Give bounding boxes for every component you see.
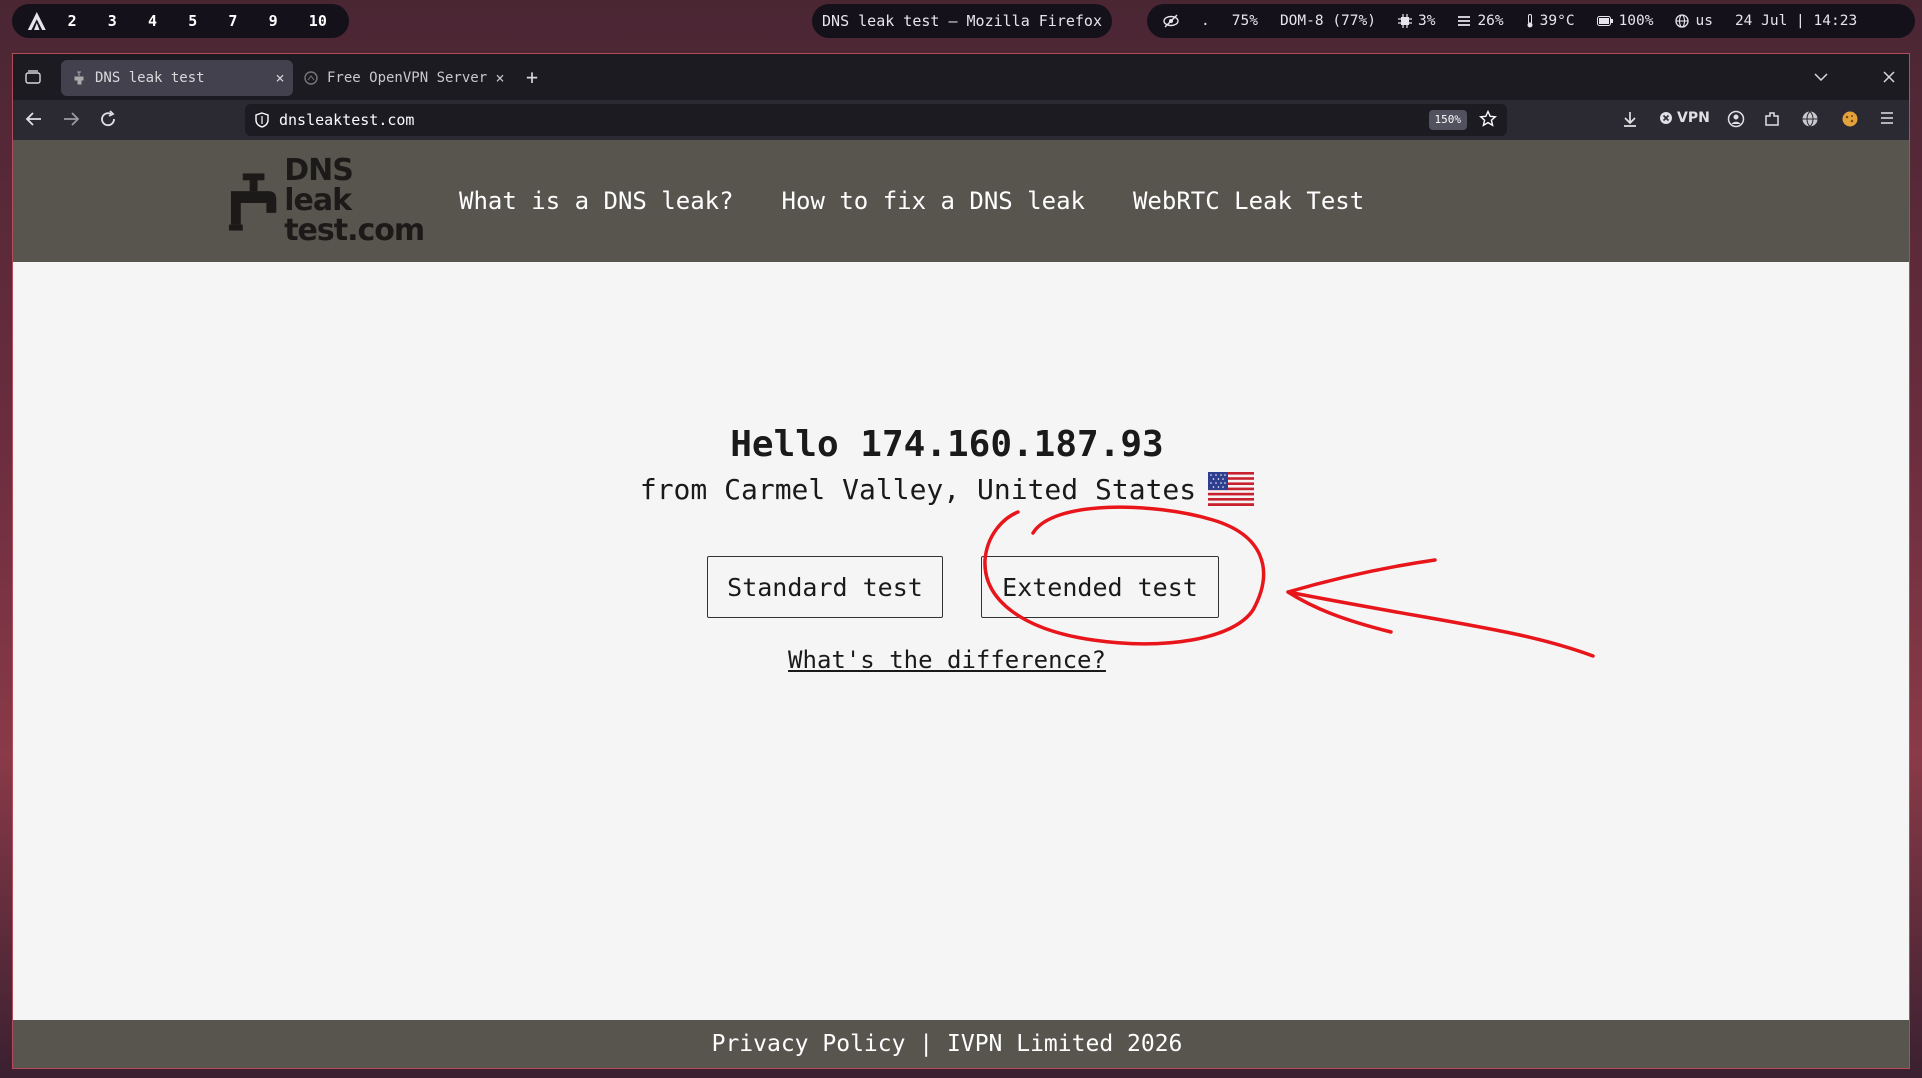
temperature-value: 39°C (1539, 13, 1575, 29)
workspace-5[interactable]: 5 (188, 12, 228, 30)
workspace-7[interactable]: 7 (228, 12, 268, 30)
red-annotation-overlay (983, 505, 1595, 658)
tab-dns-leak-test[interactable]: DNS leak test × (61, 60, 293, 96)
reload-icon[interactable] (99, 110, 117, 128)
network-indicator: . (1201, 13, 1210, 29)
greeting-ip: Hello 174.160.187.93 (730, 424, 1164, 465)
nav-how-to-fix-dns-leak[interactable]: How to fix a DNS leak (782, 187, 1085, 215)
workspace-switcher: 2 3 4 5 7 9 10 (12, 4, 349, 38)
thermometer-icon (1527, 14, 1533, 28)
workspace-10[interactable]: 10 (309, 12, 349, 30)
workspace-3[interactable]: 3 (108, 12, 148, 30)
site-logo[interactable]: DNS leak test.com (227, 156, 427, 246)
url-text: dnsleaktest.com (279, 111, 415, 129)
cookie-extension-icon[interactable] (1841, 110, 1859, 128)
tab-overview-icon[interactable] (21, 66, 45, 88)
close-tab-icon[interactable]: × (267, 69, 293, 87)
faucet-icon (228, 173, 277, 231)
zoom-level-badge[interactable]: 150% (1428, 110, 1467, 130)
firefox-window: DNS leak test × Free OpenVPN Server × + … (12, 53, 1910, 1069)
shield-icon[interactable] (255, 112, 269, 128)
nav-what-is-dns-leak[interactable]: What is a DNS leak? (459, 187, 734, 215)
close-tab-icon[interactable]: × (487, 69, 513, 87)
volume-level[interactable]: 75% (1232, 13, 1258, 29)
keyboard-layout-value: us (1695, 13, 1713, 29)
red-arrow-annotation (1286, 558, 1595, 658)
site-nav: What is a DNS leak? How to fix a DNS lea… (459, 140, 1364, 262)
eye-off-icon[interactable] (1163, 14, 1179, 28)
download-icon[interactable] (1621, 110, 1639, 128)
memory-icon (1458, 16, 1471, 26)
cpu-icon (1397, 14, 1412, 28)
logo-line-2: test.com (284, 213, 425, 248)
location-text: from Carmel Valley, United States (639, 472, 1197, 506)
tab-title: DNS leak test (95, 70, 205, 86)
active-window-title: DNS leak test — Mozilla Firefox (812, 4, 1112, 38)
memory-usage: 26% (1457, 13, 1504, 29)
location-line: from Carmel Valley, United States (13, 472, 1909, 506)
us-flag-icon (1208, 472, 1255, 506)
new-tab-button[interactable]: + (517, 64, 547, 90)
close-window-icon[interactable] (1877, 66, 1901, 88)
forward-icon[interactable] (62, 110, 80, 128)
chevron-down-icon[interactable] (1809, 66, 1833, 88)
display-brightness[interactable]: DOM-8 (77%) (1280, 13, 1376, 29)
logo-text: DNS leak test.com (284, 156, 427, 246)
tab-title: Free OpenVPN Server (327, 70, 487, 86)
arch-linux-icon[interactable] (26, 10, 48, 32)
vpn-icon (1660, 112, 1672, 124)
battery-value: 100% (1618, 13, 1654, 29)
workspace-2[interactable]: 2 (68, 12, 108, 30)
tab-free-openvpn[interactable]: Free OpenVPN Server × (293, 60, 513, 96)
temperature: 39°C (1526, 13, 1575, 29)
clock[interactable]: 24 Jul | 14:23 (1735, 13, 1857, 29)
navigation-toolbar: dnsleaktest.com 150% VPN (13, 100, 1909, 140)
workspace-9[interactable]: 9 (269, 12, 309, 30)
battery-icon (1596, 16, 1613, 26)
keyboard-layout[interactable]: us (1675, 13, 1713, 29)
openvpn-favicon-icon (303, 70, 319, 86)
extensions-icon[interactable] (1763, 110, 1781, 128)
extended-test-button[interactable]: Extended test (981, 556, 1219, 618)
site-header: DNS leak test.com What is a DNS leak? Ho… (13, 140, 1909, 262)
whats-the-difference-link[interactable]: What's the difference? (13, 646, 1909, 674)
tab-bar: DNS leak test × Free OpenVPN Server × + (13, 54, 1909, 100)
cpu-value: 3% (1417, 13, 1436, 29)
nav-webrtc-leak-test[interactable]: WebRTC Leak Test (1133, 187, 1364, 215)
globe-icon (1675, 14, 1690, 28)
vpn-label: VPN (1677, 110, 1710, 126)
bookmark-star-icon[interactable] (1479, 110, 1497, 128)
globe-extension-icon[interactable] (1801, 110, 1819, 128)
desktop-top-bar: 2 3 4 5 7 9 10 DNS leak test — Mozilla F… (0, 0, 1922, 44)
vpn-extension-button[interactable]: VPN (1659, 110, 1710, 126)
cpu-usage: 3% (1397, 13, 1436, 29)
system-status-tray: . 75% DOM-8 (77%) 3% 26% 39°C 100% us 24… (1147, 4, 1915, 38)
address-bar[interactable]: dnsleaktest.com 150% (245, 104, 1507, 136)
standard-test-button[interactable]: Standard test (707, 556, 943, 618)
battery: 100% (1596, 13, 1654, 29)
account-icon[interactable] (1727, 110, 1745, 128)
tap-favicon-icon (71, 70, 87, 86)
menu-icon[interactable] (1879, 110, 1895, 126)
memory-value: 26% (1477, 13, 1504, 29)
logo-line-1: DNS leak (284, 153, 354, 218)
back-icon[interactable] (25, 110, 43, 128)
workspace-4[interactable]: 4 (148, 12, 188, 30)
web-page: DNS leak test.com What is a DNS leak? Ho… (13, 140, 1909, 1068)
site-footer[interactable]: Privacy Policy | IVPN Limited 2026 (13, 1020, 1909, 1068)
